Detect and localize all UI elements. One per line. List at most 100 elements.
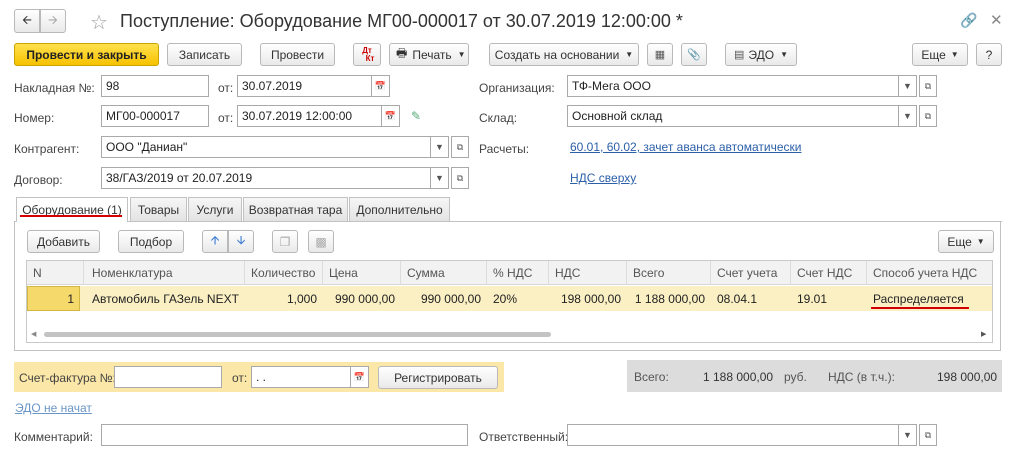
invoice-field[interactable] bbox=[114, 366, 222, 388]
contractor-field[interactable]: ООО "Даниан" bbox=[101, 136, 431, 158]
vat-method-underline bbox=[871, 307, 969, 309]
cell-vat[interactable]: 198 000,00 bbox=[549, 286, 627, 311]
pick-button[interactable]: Подбор bbox=[118, 230, 184, 253]
edit-note-icon[interactable]: ✎ bbox=[411, 109, 421, 123]
col-n[interactable]: N bbox=[27, 261, 84, 285]
add-button[interactable]: Добавить bbox=[27, 230, 100, 253]
chevron-down-icon[interactable]: ▼ bbox=[431, 167, 449, 189]
invoice-date-field[interactable]: 30.07.2019 bbox=[237, 75, 372, 97]
edo-status-link[interactable]: ЭДО не начат bbox=[15, 401, 92, 415]
cell-vat-rate[interactable]: 20% bbox=[487, 286, 549, 311]
post-button[interactable]: Провести bbox=[260, 43, 335, 66]
edo-icon: ▤ bbox=[733, 49, 745, 61]
scroll-right-icon[interactable]: ▶ bbox=[981, 330, 986, 338]
arrow-up-icon: 🡩 bbox=[210, 233, 220, 247]
more-label: Еще bbox=[947, 234, 972, 249]
paste-button[interactable]: ▩ bbox=[308, 230, 334, 253]
open-icon[interactable]: ⧉ bbox=[919, 105, 937, 127]
cell-n[interactable]: 1 bbox=[27, 286, 80, 311]
col-vat-method[interactable]: Способ учета НДС bbox=[867, 261, 992, 285]
comment-field[interactable] bbox=[101, 424, 468, 446]
open-icon[interactable]: ⧉ bbox=[919, 75, 937, 97]
move-down-button[interactable]: 🡫 bbox=[228, 230, 254, 253]
currency-label: руб. bbox=[784, 370, 807, 384]
vat-total-label: НДС (в т.ч.): bbox=[828, 370, 895, 384]
warehouse-field[interactable]: Основной склад bbox=[567, 105, 899, 127]
col-vat[interactable]: НДС bbox=[549, 261, 627, 285]
settlements-link[interactable]: 60.01, 60.02, зачет аванса автоматически bbox=[570, 140, 801, 154]
dt-kt-button[interactable]: Дт Кт bbox=[353, 43, 381, 66]
cell-sum[interactable]: 990 000,00 bbox=[401, 286, 487, 311]
org-field[interactable]: ТФ-Мега ООО bbox=[567, 75, 899, 97]
horizontal-scrollbar[interactable] bbox=[44, 332, 551, 337]
copy-icon: ❐ bbox=[279, 234, 291, 249]
tab-additional[interactable]: Дополнительно bbox=[349, 197, 450, 221]
number-field[interactable]: МГ00-000017 bbox=[101, 105, 209, 127]
table-more-button[interactable]: Еще ▼ bbox=[938, 230, 994, 253]
col-nomenclature[interactable]: Номенклатура bbox=[86, 261, 245, 285]
save-button[interactable]: Записать bbox=[167, 43, 242, 66]
col-vat-rate[interactable]: % НДС bbox=[487, 261, 549, 285]
register-button[interactable]: Регистрировать bbox=[378, 366, 498, 389]
open-icon[interactable]: ⧉ bbox=[451, 136, 469, 158]
forward-button[interactable]: 🡪 bbox=[40, 9, 66, 33]
calendar-icon[interactable]: 📅 bbox=[351, 366, 369, 388]
cell-quantity[interactable]: 1,000 bbox=[245, 286, 323, 311]
attach-button[interactable]: 📎 bbox=[681, 43, 707, 66]
col-vat-account[interactable]: Счет НДС bbox=[791, 261, 867, 285]
tab-returnable-container[interactable]: Возвратная тара bbox=[243, 197, 348, 221]
tab-goods[interactable]: Товары bbox=[130, 197, 187, 221]
open-icon[interactable]: ⧉ bbox=[919, 424, 937, 446]
col-total[interactable]: Всего bbox=[627, 261, 711, 285]
close-icon[interactable]: ✕ bbox=[990, 11, 1003, 29]
more-button[interactable]: Еще ▼ bbox=[912, 43, 968, 66]
help-button[interactable]: ? bbox=[976, 43, 1002, 66]
tab-equipment[interactable]: Оборудование (1) bbox=[16, 197, 128, 222]
chevron-down-icon: ▼ bbox=[950, 50, 959, 59]
number-date-label: от: bbox=[218, 111, 234, 125]
move-up-button[interactable]: 🡩 bbox=[202, 230, 228, 253]
scroll-left-icon[interactable]: ◀ bbox=[31, 330, 36, 338]
vat-link[interactable]: НДС сверху bbox=[570, 171, 636, 185]
tab-label: Дополнительно bbox=[356, 202, 443, 217]
responsible-field[interactable] bbox=[567, 424, 899, 446]
cell-total[interactable]: 1 188 000,00 bbox=[627, 286, 711, 311]
cell-account[interactable]: 08.04.1 bbox=[711, 286, 791, 311]
calendar-icon[interactable]: 📅 bbox=[372, 75, 390, 97]
create-based-button[interactable]: Создать на основании ▼ bbox=[489, 43, 639, 66]
col-price[interactable]: Цена bbox=[323, 261, 401, 285]
invoice-date-field[interactable]: . . bbox=[251, 366, 351, 388]
link-icon[interactable]: 🔗 bbox=[960, 12, 977, 29]
window-title: Поступление: Оборудование МГ00-000017 от… bbox=[120, 11, 683, 31]
cell-nomenclature[interactable]: Автомобиль ГАЗель NEXT bbox=[86, 286, 245, 311]
col-sum[interactable]: Сумма bbox=[401, 261, 487, 285]
tab-equipment-underline bbox=[20, 215, 122, 217]
invoice-no-field[interactable]: 98 bbox=[101, 75, 209, 97]
edo-button[interactable]: ▤ ЭДО ▼ bbox=[725, 43, 797, 66]
structure-button[interactable]: ▦ bbox=[647, 43, 673, 66]
number-date-field[interactable]: 30.07.2019 12:00:00 bbox=[237, 105, 382, 127]
create-based-label: Создать на основании bbox=[494, 47, 620, 62]
cell-vat-account[interactable]: 19.01 bbox=[791, 286, 867, 311]
contractor-label: Контрагент: bbox=[14, 142, 80, 156]
copy-button[interactable]: ❐ bbox=[272, 230, 298, 253]
chevron-down-icon[interactable]: ▼ bbox=[431, 136, 449, 158]
tab-label: Услуги bbox=[196, 202, 234, 217]
col-account[interactable]: Счет учета bbox=[711, 261, 791, 285]
chevron-down-icon[interactable]: ▼ bbox=[899, 105, 917, 127]
back-button[interactable]: 🡨 bbox=[14, 9, 40, 33]
col-quantity[interactable]: Количество bbox=[245, 261, 323, 285]
invoice-date-label: от: bbox=[232, 371, 248, 385]
more-label: Еще bbox=[921, 47, 946, 62]
chevron-down-icon[interactable]: ▼ bbox=[899, 75, 917, 97]
chevron-down-icon[interactable]: ▼ bbox=[899, 424, 917, 446]
tab-services[interactable]: Услуги bbox=[188, 197, 242, 221]
chevron-down-icon: ▼ bbox=[976, 237, 985, 246]
contract-field[interactable]: 38/ГАЗ/2019 от 20.07.2019 bbox=[101, 167, 431, 189]
star-icon[interactable]: ☆ bbox=[90, 10, 108, 35]
print-button[interactable]: 🖶 Печать ▼ bbox=[389, 43, 469, 66]
open-icon[interactable]: ⧉ bbox=[451, 167, 469, 189]
calendar-icon[interactable]: 📅 bbox=[382, 105, 400, 127]
post-close-button[interactable]: Провести и закрыть bbox=[14, 43, 159, 66]
cell-price[interactable]: 990 000,00 bbox=[323, 286, 401, 311]
